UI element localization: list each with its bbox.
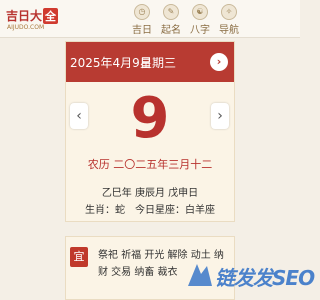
logo-name: 吉日大: [6, 9, 43, 23]
next-day-button[interactable]: ›: [211, 103, 229, 129]
chevron-right-icon[interactable]: ›: [210, 53, 228, 71]
yi-badge: 宜: [70, 247, 88, 267]
zodiac-info: 生肖：蛇 今日星座：白羊座: [85, 205, 215, 216]
nav-label: 起名: [161, 25, 181, 36]
name-icon: ✎: [163, 4, 179, 20]
calendar-card: 2025年4月9日 星期三 › 9 农历 二〇二五年三月十二 乙巳年 庚辰月 戊…: [65, 41, 235, 222]
ganzhi-date: 乙巳年 庚辰月 戊申日: [101, 188, 199, 199]
chevron-left-icon: ‹: [76, 108, 82, 124]
logo-mark: 全: [43, 8, 59, 24]
lunar-date: 农历 二〇二五年三月十二: [87, 158, 213, 171]
logo-title: 吉日大全: [6, 7, 59, 24]
compass-icon: ✧: [221, 4, 237, 20]
nav-item-bazi[interactable]: ☯ 八字: [186, 2, 214, 36]
logo-domain: AIJUDO.COM: [7, 24, 45, 31]
bazi-icon: ☯: [192, 4, 208, 20]
calendar-header: 2025年4月9日 星期三 ›: [66, 42, 234, 82]
nav-item-jiri[interactable]: ◷ 吉日: [128, 2, 156, 36]
site-logo[interactable]: 吉日大全 AIJUDO.COM: [6, 4, 64, 34]
watermark-text: 链发发SEO: [215, 266, 315, 290]
header-weekday: 星期三: [140, 56, 177, 70]
nav-label: 八字: [190, 25, 210, 36]
nav-item-daohang[interactable]: ✧ 导航: [215, 2, 243, 36]
watermark: 链发发SEO: [185, 258, 315, 292]
nav-item-qiming[interactable]: ✎ 起名: [157, 2, 185, 36]
prev-day-button[interactable]: ‹: [70, 103, 88, 129]
watermark-logo-icon: [188, 264, 212, 286]
nav-label: 吉日: [132, 25, 152, 36]
day-number: 9: [130, 86, 170, 151]
nav-label: 导航: [219, 25, 239, 36]
calendar-icon: ◷: [134, 4, 150, 20]
chevron-right-icon: ›: [217, 108, 223, 124]
top-navigation-bar: 吉日大全 AIJUDO.COM ◷ 吉日 ✎ 起名 ☯ 八字 ✧ 导航: [0, 0, 300, 38]
